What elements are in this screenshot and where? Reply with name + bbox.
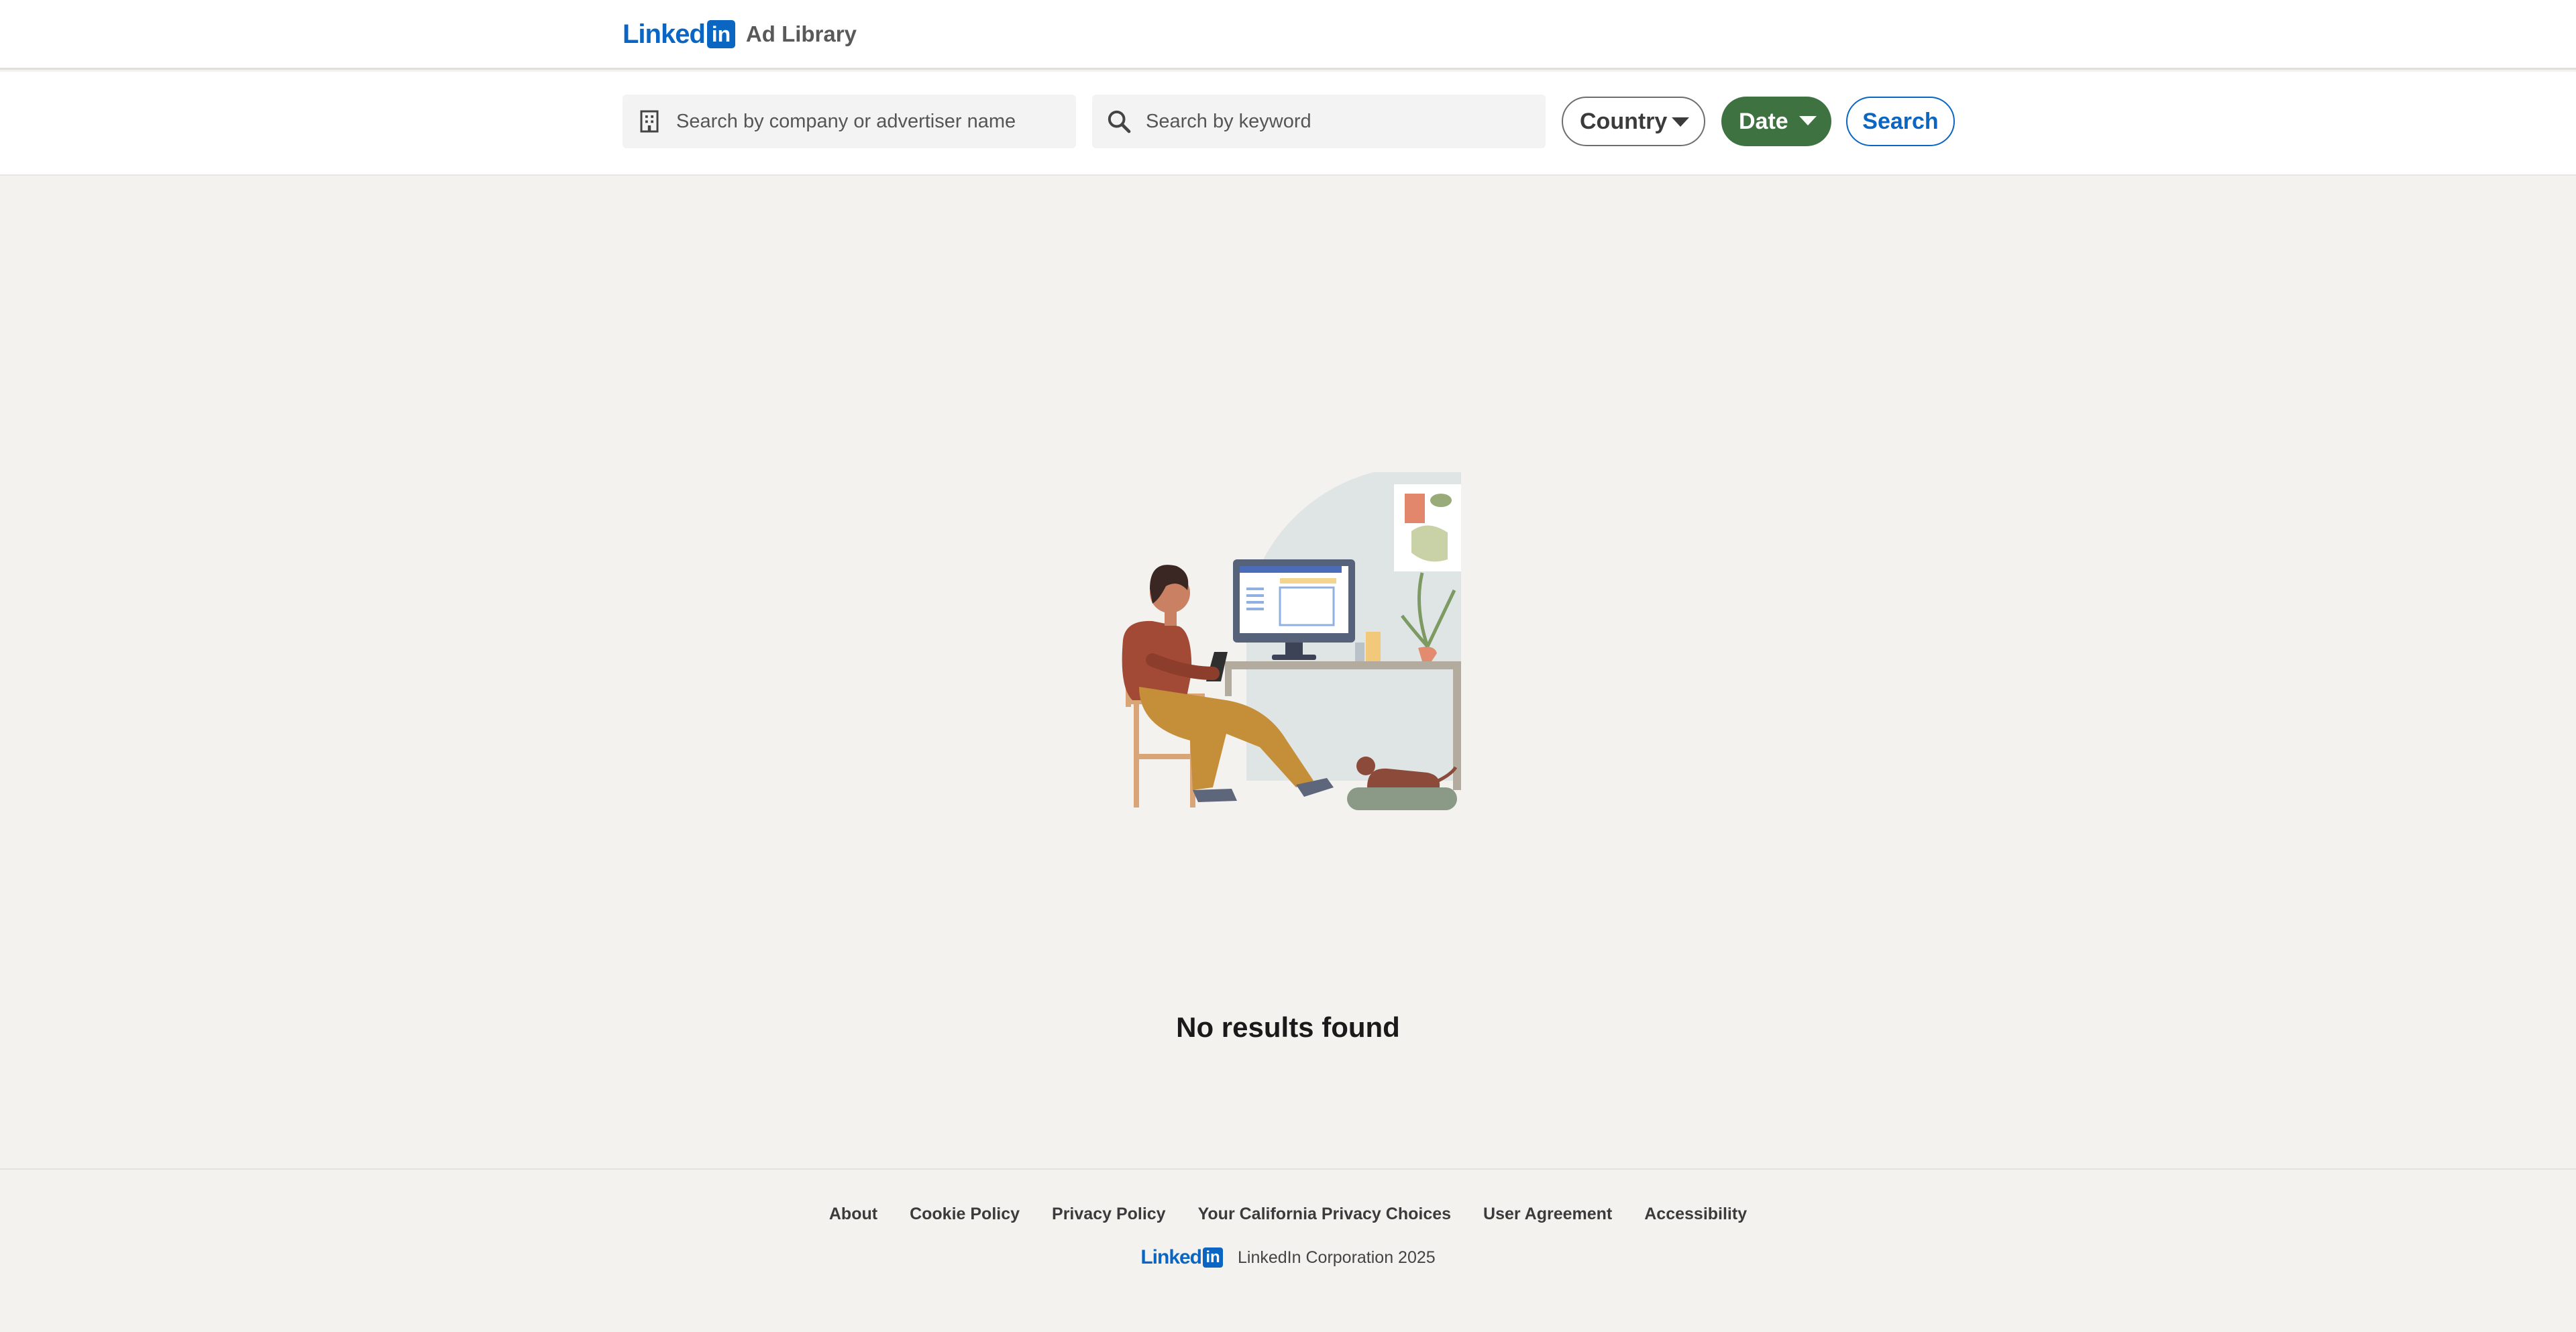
- copyright-text: LinkedIn Corporation 2025: [1238, 1247, 1436, 1267]
- date-filter-button[interactable]: Date: [1721, 97, 1831, 146]
- country-filter-label: Country: [1580, 108, 1668, 134]
- logo-wordmark: Linked: [623, 19, 706, 49]
- date-filter-label: Date: [1739, 108, 1788, 134]
- results-area: No results found: [0, 177, 2576, 1168]
- page: Linked in Ad Library Search by company o…: [0, 0, 2576, 1332]
- app-title: Ad Library: [745, 21, 857, 46]
- logo-wordmark: Linked: [1140, 1246, 1202, 1268]
- search-bar: Country Date Search: [0, 72, 2576, 176]
- country-filter-button[interactable]: Country: [1562, 97, 1705, 146]
- brand[interactable]: Linked in Ad Library: [623, 19, 857, 50]
- search-button[interactable]: Search: [1846, 97, 1955, 146]
- keyword-search-input[interactable]: [1146, 110, 1546, 133]
- footer: About Cookie Policy Privacy Policy Your …: [0, 1168, 2576, 1332]
- footer-links: About Cookie Policy Privacy Policy Your …: [0, 1205, 2576, 1224]
- logo-in-box: in: [706, 20, 735, 48]
- footer-linkedin-logo: Linked in: [1140, 1246, 1224, 1269]
- footer-bottom: Linked in LinkedIn Corporation 2025: [0, 1246, 2576, 1269]
- footer-link-user-agreement[interactable]: User Agreement: [1483, 1205, 1612, 1224]
- company-search-box[interactable]: [623, 95, 1076, 148]
- caret-down-icon: [1672, 117, 1689, 127]
- logo-in-box: in: [1203, 1247, 1224, 1268]
- footer-link-accessibility[interactable]: Accessibility: [1644, 1205, 1747, 1224]
- footer-link-about[interactable]: About: [829, 1205, 877, 1224]
- company-search-input[interactable]: [676, 110, 1076, 133]
- keyword-search-box[interactable]: [1092, 95, 1546, 148]
- footer-link-cookie-policy[interactable]: Cookie Policy: [910, 1205, 1020, 1224]
- person-at-desk-illustration: [1122, 472, 1461, 810]
- top-header: Linked in Ad Library: [0, 0, 2576, 70]
- empty-state-message: No results found: [1176, 1011, 1400, 1043]
- footer-link-california-privacy-choices[interactable]: Your California Privacy Choices: [1198, 1205, 1451, 1224]
- search-button-label: Search: [1862, 108, 1939, 134]
- search-icon: [1092, 95, 1146, 148]
- caret-down-icon: [1799, 116, 1817, 125]
- footer-link-privacy-policy[interactable]: Privacy Policy: [1052, 1205, 1166, 1224]
- building-icon: [623, 95, 676, 148]
- linkedin-logo[interactable]: Linked in: [623, 19, 735, 50]
